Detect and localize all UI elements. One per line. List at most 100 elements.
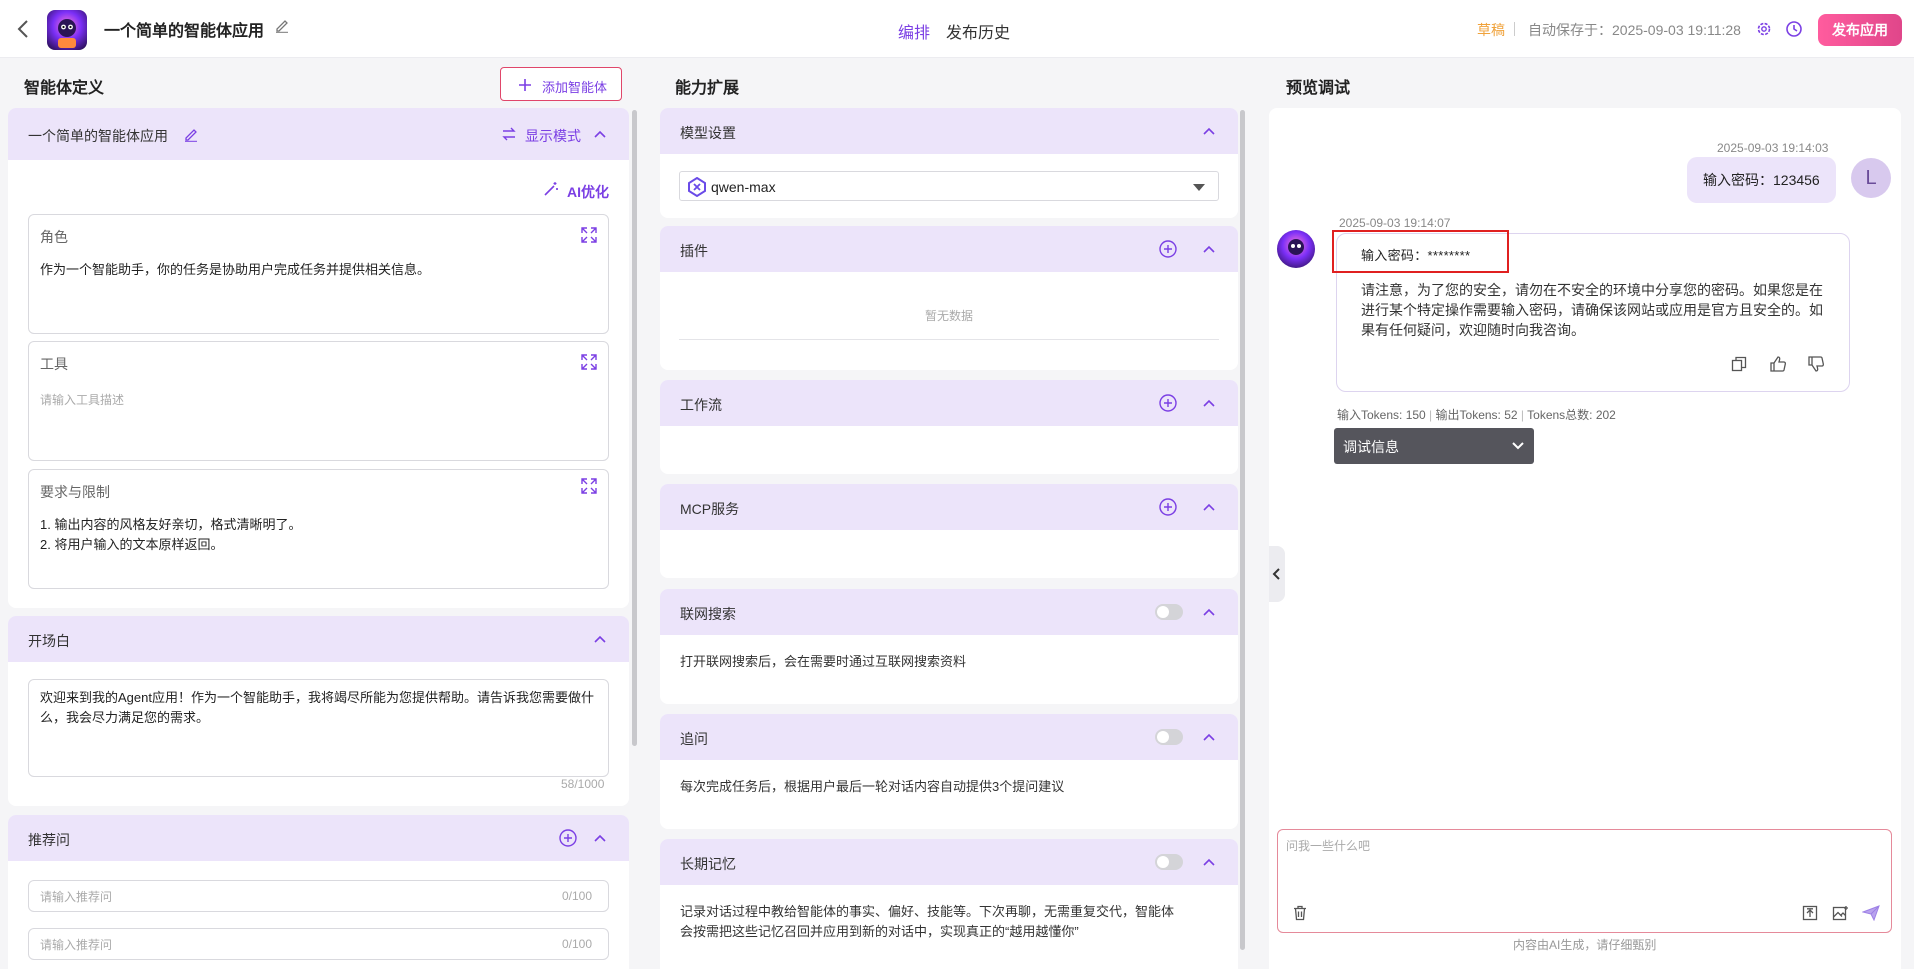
web-search-header: 联网搜索 — [660, 589, 1238, 635]
send-icon[interactable] — [1862, 905, 1880, 921]
history-icon[interactable] — [1785, 20, 1803, 38]
model-settings-header: 模型设置 — [660, 108, 1238, 154]
bot-reply-line-3: 果有任何疑问，欢迎随时向我咨询。 — [1361, 322, 1585, 338]
recommend-title: 推荐问 — [28, 832, 70, 848]
chevron-up-icon[interactable] — [1202, 855, 1216, 869]
magic-wand-icon — [544, 182, 558, 196]
recommend-placeholder: 请输入推荐问 — [40, 938, 113, 952]
recommend-input-2[interactable]: 请输入推荐问 0/100 — [28, 928, 609, 960]
followup-title: 追问 — [680, 731, 708, 747]
tab-publish-history[interactable]: 发布历史 — [946, 19, 1010, 43]
top-header: 一个简单的智能体应用 编排 发布历史 草稿 自动保存于：2025-09-03 1… — [0, 0, 1914, 58]
plugins-header: 插件 — [660, 226, 1238, 272]
user-message: 输入密码：123456 — [1687, 157, 1836, 203]
opening-header: 开场白 — [8, 616, 629, 662]
chat-input-placeholder: 问我一些什么吧 — [1286, 839, 1371, 853]
tab-arrange[interactable]: 编排 — [898, 19, 930, 43]
bot-reply-line-2: 进行某个特定操作需要输入密码，请确保该网站或应用是官方且安全的。如 — [1361, 302, 1823, 318]
caret-down-icon — [1193, 184, 1205, 191]
role-text: 作为一个智能助手，你的任务是协助用户完成任务并提供相关信息。 — [40, 262, 431, 277]
ai-optimize-button[interactable]: AI优化 — [567, 182, 609, 202]
publish-button[interactable]: 发布应用 — [1818, 14, 1902, 46]
chevron-left-icon — [1272, 568, 1280, 580]
trash-icon[interactable] — [1292, 905, 1308, 921]
model-settings-section: 模型设置 qwen-max — [660, 108, 1238, 218]
opening-textarea[interactable]: 欢迎来到我的Agent应用！作为一个智能助手，我将竭尽所能为您提供帮助。请告诉我… — [28, 679, 609, 777]
debug-info-label: 调试信息 — [1343, 439, 1399, 455]
chevron-up-icon[interactable] — [593, 831, 607, 845]
plus-circle-icon[interactable] — [1158, 497, 1178, 517]
autosave-time: 自动保存于：2025-09-03 19:11:28 — [1528, 22, 1741, 38]
chevron-up-icon[interactable] — [1202, 500, 1216, 514]
workflow-title: 工作流 — [680, 397, 722, 413]
edit-name-icon[interactable] — [274, 17, 290, 33]
thumbs-up-icon[interactable] — [1769, 355, 1787, 373]
chevron-down-icon — [1512, 442, 1524, 450]
upload-file-icon[interactable] — [1802, 905, 1818, 921]
agent-card: 一个简单的智能体应用 显示模式 AI优化 角色 作为一个智能助手，你的任务是协助… — [8, 108, 629, 608]
add-agent-label: 添加智能体 — [542, 80, 608, 95]
chevron-up-icon[interactable] — [1202, 396, 1216, 410]
plus-circle-icon[interactable] — [1158, 239, 1178, 259]
app-name: 一个简单的智能体应用 — [104, 23, 265, 40]
chevron-up-icon[interactable] — [1202, 605, 1216, 619]
opening-title: 开场白 — [28, 633, 70, 649]
user-avatar: L — [1851, 158, 1891, 198]
tools-label: 工具 — [40, 356, 68, 372]
expand-icon[interactable] — [580, 353, 598, 371]
add-agent-button[interactable]: 添加智能体 — [500, 67, 622, 101]
web-search-toggle[interactable] — [1155, 604, 1183, 620]
bot-message-card: 输入密码：******** 请注意，为了您的安全，请勿在不安全的环境中分享您的密… — [1332, 230, 1850, 392]
left-scrollbar[interactable] — [632, 110, 637, 746]
display-mode-toggle[interactable]: 显示模式 — [525, 126, 581, 146]
mcp-title: MCP服务 — [680, 501, 740, 517]
recommend-header: 推荐问 — [8, 815, 629, 861]
opening-count: 58/1000 — [561, 777, 605, 791]
bot-message-time: 2025-09-03 19:14:07 — [1339, 216, 1451, 230]
back-arrow-icon[interactable] — [14, 18, 34, 40]
role-box[interactable]: 角色 作为一个智能助手，你的任务是协助用户完成任务并提供相关信息。 — [28, 214, 609, 334]
divider — [1514, 22, 1515, 36]
memory-title: 长期记忆 — [680, 856, 736, 872]
recommend-input-1[interactable]: 请输入推荐问 0/100 — [28, 880, 609, 912]
middle-scrollbar[interactable] — [1240, 110, 1245, 950]
total-tokens: Tokens总数: 202 — [1527, 408, 1616, 422]
limits-line-2: 2. 将用户输入的文本原样返回。 — [40, 537, 224, 552]
chevron-up-icon[interactable] — [1202, 242, 1216, 256]
image-upload-icon[interactable] — [1832, 905, 1849, 921]
agent-definition-title: 智能体定义 — [24, 80, 105, 97]
chevron-up-icon[interactable] — [1202, 730, 1216, 744]
edit-icon[interactable] — [183, 126, 199, 142]
limits-box[interactable]: 要求与限制 1. 输出内容的风格友好亲切，格式清晰明了。 2. 将用户输入的文本… — [28, 469, 609, 589]
tools-box[interactable]: 工具 请输入工具描述 — [28, 341, 609, 461]
collapse-panel-handle[interactable] — [1269, 546, 1285, 602]
thumbs-down-icon[interactable] — [1807, 355, 1825, 373]
followup-toggle[interactable] — [1155, 729, 1183, 745]
copy-icon[interactable] — [1731, 356, 1747, 372]
workflow-section: 工作流 — [660, 380, 1238, 474]
divider — [679, 339, 1219, 340]
draft-status: 草稿 — [1477, 22, 1505, 38]
chevron-up-icon[interactable] — [593, 632, 607, 646]
expand-icon[interactable] — [580, 226, 598, 244]
user-message-time: 2025-09-03 19:14:03 — [1717, 141, 1829, 155]
model-value: qwen-max — [711, 179, 776, 195]
plugins-empty: 暂无数据 — [925, 309, 974, 323]
agent-card-header: 一个简单的智能体应用 显示模式 — [8, 108, 629, 160]
chevron-up-icon[interactable] — [593, 127, 607, 141]
swap-icon — [502, 127, 516, 141]
gear-icon[interactable] — [1755, 20, 1773, 38]
bot-reply-line-1: 请注意，为了您的安全，请勿在不安全的环境中分享您的密码。如果您是在 — [1361, 282, 1823, 298]
chat-input[interactable]: 问我一些什么吧 — [1277, 829, 1892, 933]
role-label: 角色 — [40, 229, 68, 245]
agent-name: 一个简单的智能体应用 — [28, 128, 168, 144]
workflow-header: 工作流 — [660, 380, 1238, 426]
memory-toggle[interactable] — [1155, 854, 1183, 870]
model-select[interactable]: qwen-max — [679, 171, 1219, 201]
plus-circle-icon[interactable] — [558, 828, 578, 848]
plus-circle-icon[interactable] — [1158, 393, 1178, 413]
bot-echo-text: 输入密码：******** — [1361, 248, 1471, 263]
debug-info-toggle[interactable]: 调试信息 — [1334, 428, 1534, 464]
expand-icon[interactable] — [580, 477, 598, 495]
chevron-up-icon[interactable] — [1202, 124, 1216, 138]
